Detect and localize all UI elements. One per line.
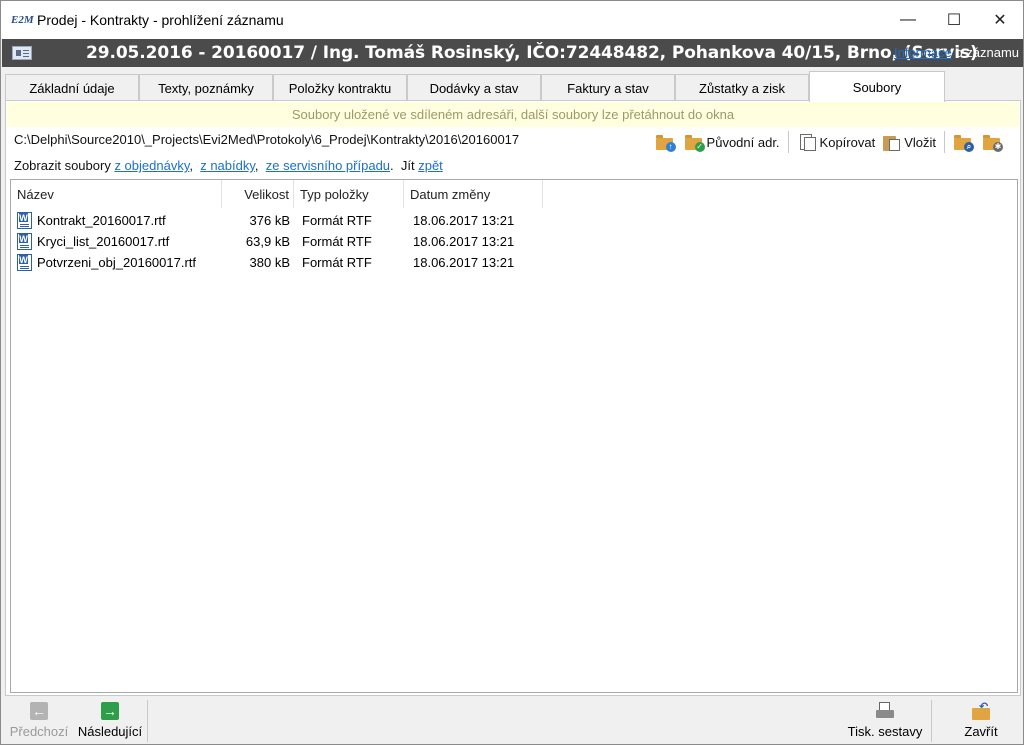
printer-icon: [876, 702, 894, 720]
file-row[interactable]: Kontrakt_20160017.rtf 376 kB Formát RTF …: [11, 211, 611, 232]
info-link[interactable]: Informace: [894, 45, 952, 60]
folder-settings-button[interactable]: ✱: [979, 130, 1008, 154]
rtf-file-icon: [17, 233, 32, 250]
file-list[interactable]: Název Velikost Typ položky Datum změny K…: [10, 179, 1018, 693]
tab-faktury-a-stav[interactable]: Faktury a stav: [541, 74, 675, 101]
print-reports-label: Tisk. sestavy: [847, 724, 923, 739]
column-header-type[interactable]: Typ položky: [294, 180, 404, 208]
rtf-file-icon: [17, 212, 32, 229]
folder-gear-icon: ✱: [982, 133, 1003, 152]
file-name: Potvrzeni_obj_20160017.rtf: [37, 255, 197, 270]
bottombar-divider: [147, 700, 148, 742]
paste-label: Vložit: [904, 134, 936, 150]
previous-label: Předchozí: [9, 724, 69, 739]
toolbar-divider: [944, 131, 945, 153]
paste-button[interactable]: Vložit: [878, 130, 939, 154]
tab-texty-poznamky[interactable]: Texty, poznámky: [139, 74, 273, 101]
bottombar-divider: [931, 700, 932, 742]
rtf-file-icon: [17, 254, 32, 271]
copy-button[interactable]: Kopírovat: [794, 130, 879, 154]
minimize-button[interactable]: —: [885, 1, 931, 39]
original-dir-button[interactable]: ✓ Původní adr.: [681, 130, 783, 154]
record-title: 29.05.2016 - 20160017 / Ing. Tomáš Rosin…: [86, 43, 978, 63]
title-bar: E2M Prodej - Kontrakty - prohlížení zázn…: [1, 1, 1023, 39]
app-logo-icon: E2M: [11, 14, 34, 26]
tab-dodavky-a-stav[interactable]: Dodávky a stav: [407, 74, 541, 101]
folder-check-icon: ✓: [684, 133, 705, 152]
open-folder-button[interactable]: ↑: [652, 130, 681, 154]
close-folder-icon: ↶: [972, 701, 990, 720]
file-date: 18.06.2017 13:21: [413, 234, 515, 249]
browse-folder-button[interactable]: ⌕: [950, 130, 979, 154]
from-order-link[interactable]: z objednávky: [114, 158, 189, 173]
previous-button[interactable]: ← Předchozí: [8, 702, 70, 742]
record-info: Informace o záznamu: [894, 45, 1019, 60]
tab-polozky-kontraktu[interactable]: Položky kontraktu: [273, 74, 407, 101]
from-offer-link[interactable]: z nabídky: [200, 158, 255, 173]
window-title: Prodej - Kontrakty - prohlížení záznamu: [37, 12, 284, 28]
tab-zustatky-a-zisk[interactable]: Zůstatky a zisk: [675, 74, 809, 101]
original-dir-label: Původní adr.: [706, 134, 780, 150]
maximize-icon: ☐: [946, 12, 962, 29]
file-date: 18.06.2017 13:21: [413, 255, 515, 270]
drop-hint: Soubory uložené ve sdíleném adresáři, da…: [7, 102, 1019, 127]
close-button[interactable]: ↶ Zavřít: [952, 701, 1010, 742]
tab-soubory[interactable]: Soubory: [809, 71, 945, 102]
app-window: E2M Prodej - Kontrakty - prohlížení zázn…: [0, 0, 1024, 745]
record-banner: 29.05.2016 - 20160017 / Ing. Tomáš Rosin…: [2, 39, 1023, 67]
record-card-icon: [12, 46, 32, 60]
go-label: Jít: [400, 158, 419, 173]
file-size: 63,9 kB: [245, 234, 290, 249]
copy-icon: [797, 133, 817, 151]
close-label: Zavřít: [964, 724, 998, 739]
files-toolbar: ↑ ✓ Původní adr. Kopírovat Vložit ⌕ ✱: [652, 128, 1008, 156]
file-type: Formát RTF: [302, 234, 372, 249]
tab-zakladni-udaje[interactable]: Základní údaje: [5, 74, 139, 101]
bottom-toolbar: ← Předchozí → Následující Tisk. sestavy …: [2, 698, 1023, 744]
folder-search-icon: ⌕: [953, 133, 974, 152]
tab-strip: Základní údaje Texty, poznámky Položky k…: [5, 71, 1021, 102]
file-size: 380 kB: [249, 255, 290, 270]
folder-open-icon: ↑: [655, 133, 676, 152]
minimize-icon: —: [900, 11, 916, 28]
files-tab-panel: Soubory uložené ve sdíleném adresáři, da…: [5, 100, 1021, 696]
file-name: Kontrakt_20160017.rtf: [37, 213, 166, 228]
window-controls: — ☐ ✕: [885, 1, 1023, 39]
folder-path: C:\Delphi\Source2010\_Projects\Evi2Med\P…: [14, 132, 520, 147]
close-window-button[interactable]: ✕: [977, 1, 1023, 39]
close-icon: ✕: [993, 12, 1007, 29]
file-row[interactable]: Kryci_list_20160017.rtf 63,9 kB Formát R…: [11, 232, 611, 253]
next-label: Následující: [77, 724, 143, 739]
from-service-link[interactable]: ze servisního případu: [266, 158, 390, 173]
back-link[interactable]: zpět: [418, 158, 443, 173]
file-date: 18.06.2017 13:21: [413, 213, 515, 228]
print-reports-button[interactable]: Tisk. sestavy: [842, 702, 928, 742]
column-header-name[interactable]: Název: [11, 180, 222, 208]
next-button[interactable]: → Následující: [76, 702, 144, 742]
arrow-left-icon: ←: [30, 702, 48, 720]
file-type: Formát RTF: [302, 213, 372, 228]
paste-icon: [881, 133, 901, 151]
file-name: Kryci_list_20160017.rtf: [37, 234, 170, 249]
column-header-size[interactable]: Velikost: [222, 180, 294, 208]
info-suffix: o záznamu: [951, 45, 1019, 60]
column-header-date[interactable]: Datum změny: [404, 180, 543, 208]
show-files-prefix: Zobrazit soubory: [14, 158, 115, 173]
file-type: Formát RTF: [302, 255, 372, 270]
toolbar-divider: [787, 131, 789, 153]
maximize-button[interactable]: ☐: [931, 1, 977, 39]
file-row[interactable]: Potvrzeni_obj_20160017.rtf 380 kB Formát…: [11, 253, 611, 274]
show-files-links: Zobrazit soubory z objednávky, z nabídky…: [14, 158, 443, 173]
copy-label: Kopírovat: [819, 134, 876, 150]
file-size: 376 kB: [249, 213, 290, 228]
arrow-right-icon: →: [101, 702, 119, 720]
